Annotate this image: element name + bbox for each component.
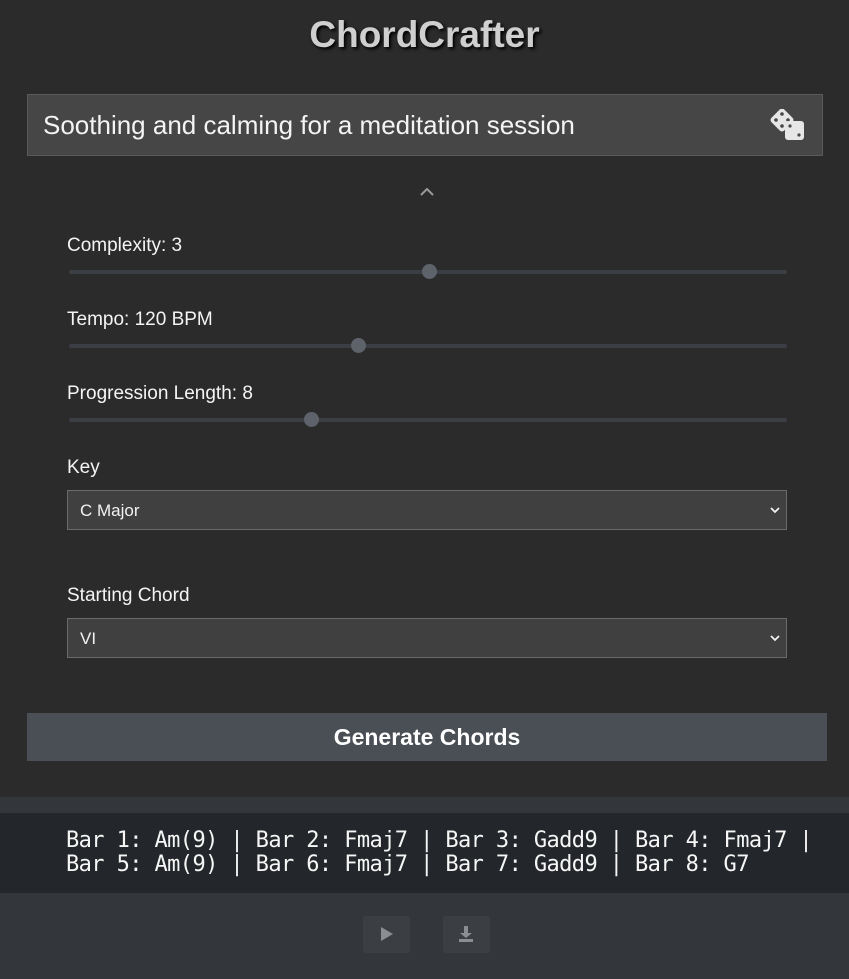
play-icon <box>381 927 393 941</box>
tempo-slider[interactable] <box>69 338 787 353</box>
complexity-label: Complexity: 3 <box>67 235 183 256</box>
download-icon <box>459 926 473 942</box>
length-slider-thumb[interactable] <box>304 412 319 427</box>
key-label: Key <box>67 457 100 478</box>
length-label: Progression Length: 8 <box>67 383 253 404</box>
complexity-slider-thumb[interactable] <box>422 264 437 279</box>
key-select-value: C Major <box>80 501 140 520</box>
chevron-up-icon[interactable] <box>417 184 437 198</box>
starting-chord-select[interactable]: VI <box>67 618 787 658</box>
key-select[interactable]: C Major <box>67 490 787 530</box>
chevron-down-icon <box>770 635 780 642</box>
complexity-slider[interactable] <box>69 264 787 279</box>
dice-icon[interactable] <box>764 108 806 141</box>
chevron-down-icon <box>770 507 780 514</box>
prompt-input[interactable]: Soothing and calming for a meditation se… <box>27 94 823 156</box>
generate-chords-button[interactable]: Generate Chords <box>27 713 827 761</box>
chord-output-line-2: Bar 5: Am(9) | Bar 6: Fmaj7 | Bar 7: Gad… <box>66 852 749 877</box>
download-button[interactable] <box>443 916 490 953</box>
play-button[interactable] <box>363 916 410 953</box>
prompt-text[interactable]: Soothing and calming for a meditation se… <box>43 110 575 141</box>
tempo-label: Tempo: 120 BPM <box>67 309 213 330</box>
starting-chord-select-value: VI <box>80 629 97 648</box>
tempo-slider-thumb[interactable] <box>351 338 366 353</box>
length-slider[interactable] <box>69 412 787 427</box>
app-title: ChordCrafter <box>309 14 540 55</box>
starting-chord-label: Starting Chord <box>67 585 190 606</box>
chord-output-line-1: Bar 1: Am(9) | Bar 2: Fmaj7 | Bar 3: Gad… <box>66 828 813 853</box>
